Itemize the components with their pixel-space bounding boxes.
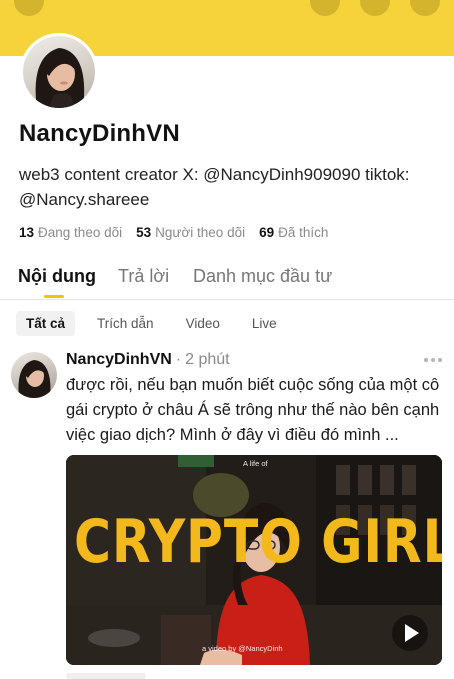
share-button[interactable] bbox=[360, 0, 390, 16]
post-author[interactable]: NancyDinhVN bbox=[66, 351, 172, 368]
active-tab-indicator bbox=[44, 295, 64, 298]
content-filters: Tất cả Trích dẫn Video Live bbox=[16, 310, 299, 336]
cover-credit: a video by @NancyDinh bbox=[202, 644, 283, 653]
profile-tabs: Nội dung Trả lời Danh mục đầu tư bbox=[0, 264, 454, 300]
post-header: NancyDinhVN · 2 phút bbox=[66, 351, 230, 369]
cover-title: CRYPTO GIRL bbox=[74, 507, 442, 577]
search-button[interactable] bbox=[310, 0, 340, 16]
tab-content[interactable]: Nội dung bbox=[18, 266, 96, 287]
tab-portfolio[interactable]: Danh mục đầu tư bbox=[193, 266, 332, 287]
following-count[interactable]: 13 Đang theo dõi bbox=[19, 225, 122, 240]
likes-count: 69 Đã thích bbox=[259, 225, 328, 240]
profile-stats: 13 Đang theo dõi 53 Người theo dõi 69 Đã th… bbox=[19, 225, 328, 240]
avatar-photo bbox=[23, 36, 95, 108]
profile-bio: web3 content creator X: @NancyDinh909090… bbox=[19, 165, 410, 209]
stat-label: Người theo dõi bbox=[155, 225, 246, 240]
post-video[interactable]: A life of CRYPTO GIRL a video by @NancyD… bbox=[66, 455, 442, 665]
stat-label: Đã thích bbox=[278, 225, 329, 240]
stat-value: 13 bbox=[19, 225, 35, 240]
post-separator: · bbox=[175, 351, 182, 368]
filter-live[interactable]: Live bbox=[242, 311, 287, 336]
post-timestamp: 2 phút bbox=[185, 351, 230, 368]
menu-button[interactable] bbox=[410, 0, 440, 16]
next-post-hint bbox=[66, 673, 146, 679]
profile-display-name: NancyDinhVN bbox=[19, 120, 180, 147]
filter-video[interactable]: Video bbox=[176, 311, 230, 336]
profile-avatar[interactable] bbox=[20, 33, 98, 111]
back-button[interactable] bbox=[14, 0, 44, 16]
post-text[interactable]: được rồi, nếu bạn muốn biết cuộc sống củ… bbox=[66, 373, 448, 448]
stat-value: 69 bbox=[259, 225, 275, 240]
more-dots-icon[interactable] bbox=[424, 358, 442, 364]
cover-top-text: A life of bbox=[243, 459, 268, 468]
play-icon[interactable] bbox=[392, 615, 428, 651]
tab-replies[interactable]: Trả lời bbox=[118, 266, 169, 287]
post-author-avatar[interactable] bbox=[11, 352, 57, 398]
stat-label: Đang theo dõi bbox=[38, 225, 123, 240]
filter-quotes[interactable]: Trích dẫn bbox=[87, 311, 164, 336]
followers-count[interactable]: 53 Người theo dõi bbox=[136, 225, 245, 240]
filter-all[interactable]: Tất cả bbox=[16, 310, 76, 336]
stat-value: 53 bbox=[136, 225, 152, 240]
